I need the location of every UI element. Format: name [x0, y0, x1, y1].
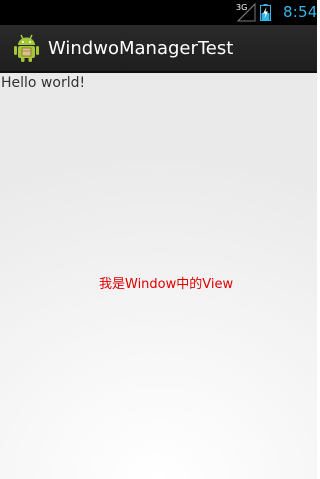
hello-world-text: Hello world! [1, 75, 86, 91]
window-view-label[interactable]: 我是Window中的View [99, 276, 233, 294]
android-icon[interactable] [13, 33, 40, 63]
status-clock: 8:54 [283, 3, 317, 21]
device-screen: 3G 8:54 WindwoManagerTest Hello world! 我… [0, 0, 317, 479]
main-content: Hello world! 我是Window中的View [0, 73, 317, 479]
app-title: WindwoManagerTest [48, 38, 234, 59]
status-bar: 3G 8:54 [0, 0, 317, 25]
network-type-label: 3G [236, 3, 247, 12]
action-bar: WindwoManagerTest [0, 25, 317, 73]
signal-icon: 3G [236, 2, 256, 22]
battery-icon [260, 4, 271, 21]
